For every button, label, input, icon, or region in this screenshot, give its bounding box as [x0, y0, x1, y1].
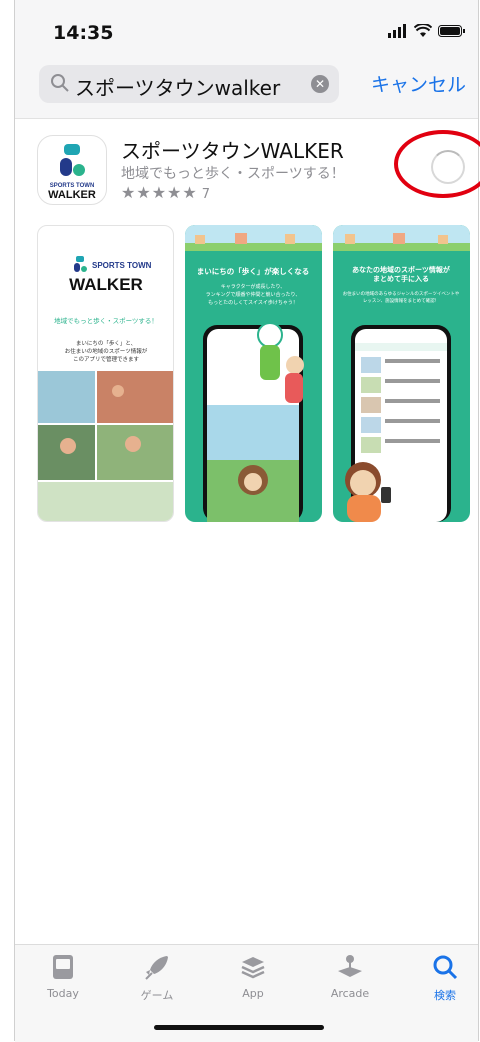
search-icon — [51, 74, 69, 92]
s2-body2: ランキングで順番や仲間と競い合ったり、 — [206, 291, 301, 298]
today-icon — [53, 955, 73, 979]
app-icon[interactable]: SPORTS TOWN WALKER — [37, 135, 107, 205]
cancel-button[interactable]: キャンセル — [371, 70, 466, 97]
app-logo: SPORTS TOWN WALKER — [48, 144, 96, 201]
rating-count: 7 — [201, 187, 211, 202]
screenshot-1-art: SPORTS TOWN WALKER 地域でもっと歩く・スポーツする！ まいにち… — [38, 256, 173, 521]
s1-desc1: まいにちの「歩く」と、 — [76, 339, 136, 347]
s1-desc2: お住まいの地域のスポーツ情報が — [65, 347, 148, 355]
screenshot-2-art: まいにちの「歩く」が楽しくなる キャラクターが成長したり、 ランキングで順番や仲… — [185, 225, 322, 522]
phone-screen: 14:35 スポーツタウンwalker ✕ キャンセル SPORTS TOWN … — [14, 0, 480, 1042]
s3-body1: お住まいの地域のあらゆるジャンルのスポーツイベントや — [343, 290, 460, 297]
s1-tagline: 地域でもっと歩く・スポーツする！ — [54, 316, 158, 325]
search-query[interactable]: スポーツタウンwalker — [75, 72, 280, 101]
rocket-icon — [145, 956, 168, 980]
app-subtitle: 地域でもっと歩く・スポーツする！ — [121, 166, 345, 182]
s3-headline2: まとめて手に入る — [373, 274, 429, 283]
s2-body3: もっとたのしくてスイスイ歩けちゃう！ — [208, 299, 298, 306]
home-indicator[interactable] — [154, 1025, 324, 1030]
status-time: 14:35 — [53, 22, 114, 44]
tab-arcade[interactable]: Arcade — [320, 953, 380, 1000]
tab-arcade-label: Arcade — [330, 987, 370, 1000]
tab-games-label: ゲーム — [140, 989, 174, 1002]
s3-body2: レッスン、施設情報をまとめて確認！ — [363, 297, 439, 304]
arcade-icon — [338, 955, 362, 977]
s2-headline: まいにちの「歩く」が楽しくなる — [197, 266, 310, 276]
s1-logo-big: WALKER — [69, 275, 143, 294]
tab-search-label: 検索 — [434, 989, 456, 1002]
rating: ★★★★★ 7 — [121, 183, 211, 202]
screenshot-1[interactable]: SPORTS TOWN WALKER 地域でもっと歩く・スポーツする！ まいにち… — [37, 225, 174, 522]
app-icon-bottom-text: WALKER — [48, 189, 96, 201]
search-icon — [433, 955, 458, 980]
signal-icon — [388, 24, 406, 38]
tab-search[interactable]: 検索 — [415, 953, 475, 1003]
s2-body1: キャラクターが成長したり、 — [221, 283, 286, 290]
tab-apps-label: App — [242, 987, 264, 1000]
tab-today-label: Today — [47, 987, 79, 1000]
screenshot-3[interactable]: あなたの地域のスポーツ情報が まとめて手に入る お住まいの地域のあらゆるジャンル… — [333, 225, 470, 522]
layers-icon — [241, 957, 265, 979]
app-title[interactable]: スポーツタウンWALKER — [121, 135, 344, 164]
wifi-icon — [414, 24, 432, 37]
screenshot-3-art: あなたの地域のスポーツ情報が まとめて手に入る お住まいの地域のあらゆるジャンル… — [333, 225, 470, 522]
s3-headline1: あなたの地域のスポーツ情報が — [352, 265, 450, 274]
s1-logo-small: SPORTS TOWN — [92, 261, 152, 270]
header: 14:35 スポーツタウンwalker ✕ キャンセル — [15, 0, 478, 119]
screenshot-2[interactable]: まいにちの「歩く」が楽しくなる キャラクターが成長したり、 ランキングで順番や仲… — [185, 225, 322, 522]
s1-desc3: このアプリで管理できます — [73, 355, 140, 363]
battery-icon — [438, 25, 465, 37]
rating-stars: ★★★★★ — [121, 183, 198, 202]
tab-today[interactable]: Today — [33, 953, 93, 1000]
tab-apps[interactable]: App — [223, 953, 283, 1000]
search-field[interactable]: スポーツタウンwalker ✕ — [39, 65, 339, 103]
clear-icon[interactable]: ✕ — [311, 75, 329, 93]
status-icons — [388, 24, 466, 38]
tab-games[interactable]: ゲーム — [127, 953, 187, 1003]
